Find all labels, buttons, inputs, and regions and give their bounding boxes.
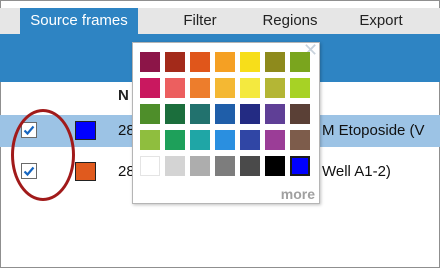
color-swatch-option[interactable] [290, 104, 310, 124]
color-swatch-option[interactable] [215, 130, 235, 150]
color-swatch-option[interactable] [240, 130, 260, 150]
color-swatch-option[interactable] [265, 78, 285, 98]
color-swatch-option[interactable] [190, 52, 210, 72]
row-name: M Etoposide (V [322, 122, 425, 139]
color-swatch-option[interactable] [240, 104, 260, 124]
row-name: Well A1-2) [322, 163, 391, 180]
color-swatch-option[interactable] [165, 156, 185, 176]
color-swatch-option[interactable] [190, 104, 210, 124]
tab-filter[interactable]: Filter [170, 8, 230, 34]
color-swatch-option[interactable] [165, 104, 185, 124]
color-swatch-option[interactable] [290, 130, 310, 150]
color-swatch-option[interactable] [290, 52, 310, 72]
color-swatch-option[interactable] [240, 52, 260, 72]
color-swatch-option[interactable] [140, 52, 160, 72]
color-swatch-option[interactable] [240, 78, 260, 98]
color-swatch-option[interactable] [190, 130, 210, 150]
color-grid [140, 52, 318, 180]
color-swatch-option[interactable] [140, 104, 160, 124]
color-swatch-option[interactable] [140, 156, 160, 176]
color-palette-popup: ✕ more [132, 40, 320, 204]
color-swatch-option[interactable] [265, 52, 285, 72]
color-swatch-option[interactable] [190, 78, 210, 98]
color-swatch-option[interactable] [215, 52, 235, 72]
color-swatch-option[interactable] [265, 156, 285, 176]
color-swatch-option[interactable] [240, 156, 260, 176]
tab-export[interactable]: Export [350, 8, 412, 34]
tab-bar: Source frames Filter Regions Export [0, 8, 440, 34]
color-swatch-option[interactable] [140, 78, 160, 98]
color-swatch-option[interactable] [265, 104, 285, 124]
color-swatch-option[interactable] [140, 130, 160, 150]
color-swatch-option[interactable] [290, 78, 310, 98]
tab-source-frames[interactable]: Source frames [20, 8, 138, 34]
color-swatch-option[interactable] [165, 78, 185, 98]
color-swatch-option[interactable] [215, 104, 235, 124]
tab-regions[interactable]: Regions [250, 8, 330, 34]
color-swatch-option[interactable] [215, 78, 235, 98]
row-color-swatch[interactable] [75, 162, 96, 181]
annotation-circle [11, 109, 75, 201]
more-colors-link[interactable]: more [281, 186, 315, 202]
color-swatch-option[interactable] [215, 156, 235, 176]
column-header-name[interactable]: N [118, 87, 129, 104]
color-swatch-option[interactable] [290, 156, 310, 176]
color-swatch-option[interactable] [265, 130, 285, 150]
color-swatch-option[interactable] [190, 156, 210, 176]
row-color-swatch[interactable] [75, 121, 96, 140]
color-swatch-option[interactable] [165, 130, 185, 150]
color-swatch-option[interactable] [165, 52, 185, 72]
